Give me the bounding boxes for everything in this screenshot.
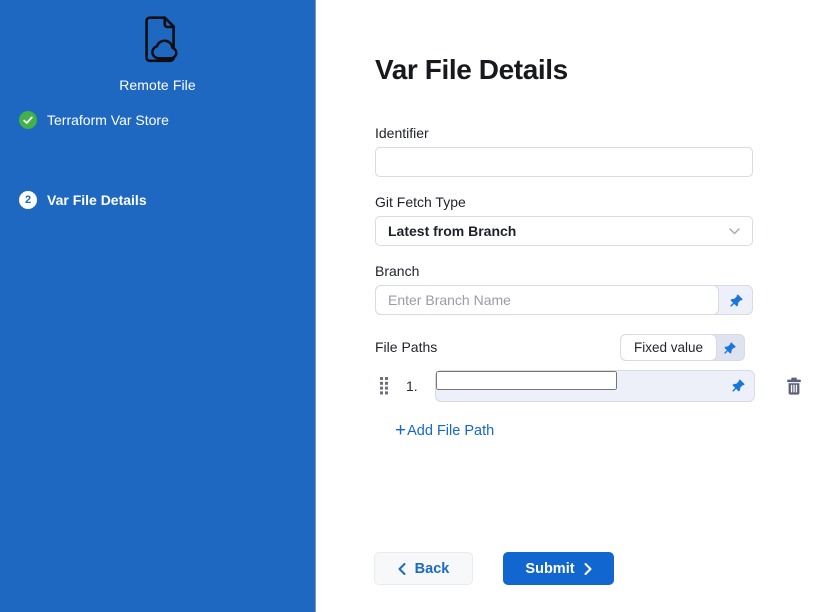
back-button[interactable]: Back (374, 552, 473, 585)
identifier-field-group: Identifier (375, 125, 753, 177)
file-paths-header: File Paths Fixed value (375, 334, 753, 361)
pin-icon (723, 341, 737, 355)
submit-button-label: Submit (525, 561, 574, 577)
check-icon (23, 116, 33, 125)
wizard-footer: Back Submit (374, 552, 614, 585)
branch-runtime-pin-button[interactable] (720, 286, 752, 314)
fixed-value-button[interactable]: Fixed value (620, 334, 717, 361)
var-file-details-panel: Var File Details Identifier Git Fetch Ty… (317, 0, 836, 612)
store-type-block: Remote File (0, 14, 315, 93)
file-path-input-wrap (435, 370, 755, 402)
file-path-runtime-pin-button[interactable] (722, 371, 754, 401)
file-paths-runtime-pin-button[interactable] (716, 335, 744, 360)
back-button-label: Back (415, 561, 450, 577)
sidebar-step-terraform-var-store[interactable]: Terraform Var Store (19, 111, 169, 129)
branch-field-group: Branch (375, 263, 753, 315)
step-number-badge: 2 (19, 191, 37, 209)
file-paths-mode-group: Fixed value (620, 334, 745, 361)
wizard-sidebar: Remote File Terraform Var Store 2 Var Fi… (0, 0, 316, 612)
identifier-input[interactable] (375, 147, 753, 177)
git-fetch-type-value: Latest from Branch (388, 223, 516, 239)
step-label: Var File Details (47, 192, 147, 208)
add-file-path-label: Add File Path (407, 423, 494, 439)
identifier-label: Identifier (375, 125, 753, 142)
sidebar-step-var-file-details[interactable]: 2 Var File Details (19, 191, 147, 209)
git-fetch-type-field-group: Git Fetch Type Latest from Branch (375, 194, 753, 246)
plus-icon: + (395, 424, 406, 438)
delete-file-path-button[interactable] (786, 377, 802, 395)
remote-file-cloud-icon (133, 14, 183, 66)
store-type-label: Remote File (0, 77, 315, 93)
branch-input-wrap (375, 285, 753, 315)
git-fetch-type-select[interactable]: Latest from Branch (375, 216, 753, 246)
file-paths-label: File Paths (375, 339, 437, 356)
submit-button[interactable]: Submit (503, 552, 614, 585)
chevron-right-icon (584, 563, 592, 575)
add-file-path-button[interactable]: + Add File Path (395, 423, 494, 439)
branch-label: Branch (375, 263, 753, 280)
git-fetch-type-label: Git Fetch Type (375, 194, 753, 211)
file-path-row: 1. (375, 369, 836, 402)
pin-icon (729, 293, 744, 308)
step-label: Terraform Var Store (47, 112, 169, 128)
chevron-down-icon (729, 228, 740, 235)
file-path-row-index: 1. (406, 378, 422, 394)
pin-icon (731, 378, 746, 393)
drag-handle-icon[interactable] (380, 377, 389, 394)
trash-icon (786, 377, 802, 395)
page-title: Var File Details (375, 54, 568, 86)
step-completed-badge (19, 111, 37, 129)
chevron-left-icon (398, 563, 406, 575)
file-path-input[interactable] (436, 371, 617, 390)
branch-input[interactable] (375, 285, 719, 315)
